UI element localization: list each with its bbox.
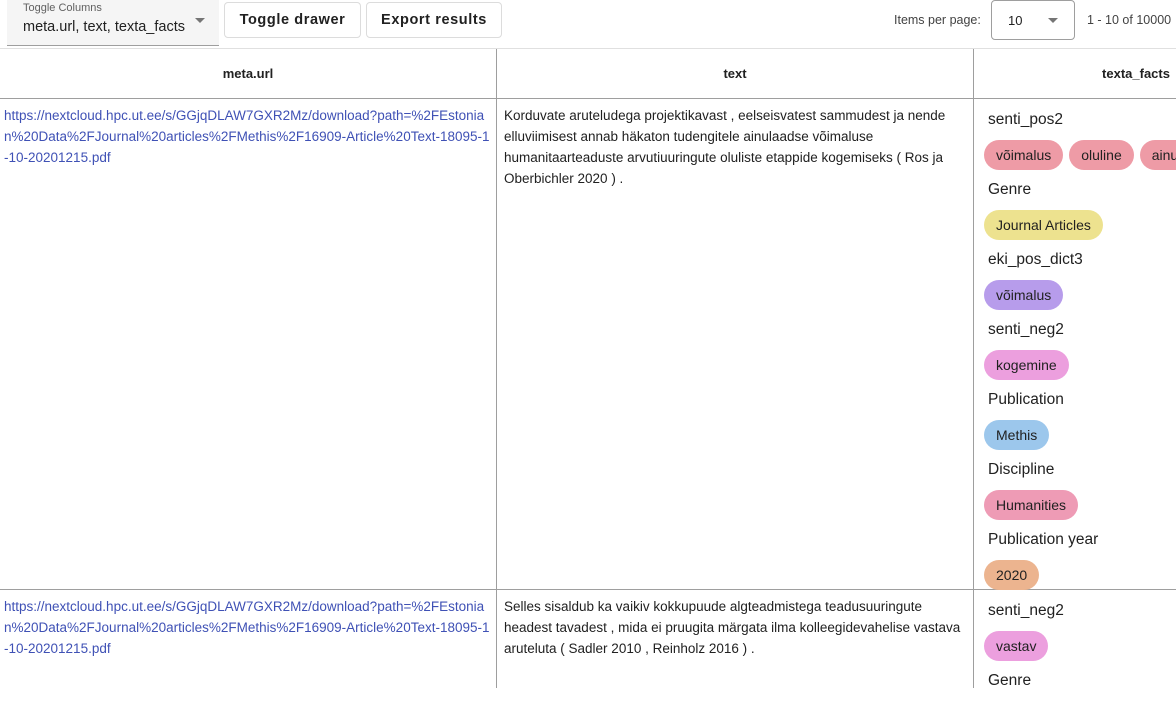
fact-name: Discipline xyxy=(988,461,1055,478)
export-results-button[interactable]: Export results xyxy=(366,2,502,38)
fact-chip-list: võimalusolulineainulaadne xyxy=(984,140,1176,170)
fact-chip[interactable]: oluline xyxy=(1069,140,1134,170)
fact-name: senti_pos2 xyxy=(988,111,1063,128)
fact-chip[interactable]: Methis xyxy=(984,420,1050,450)
results-table: meta.url text texta_facts https://nextcl… xyxy=(0,48,1176,689)
fact-name: Publication year xyxy=(988,531,1099,548)
fact-chip[interactable]: kogemine xyxy=(984,350,1069,380)
fact-name: Genre xyxy=(988,672,1032,689)
fact-chip-list: Journal Articles xyxy=(984,210,1176,240)
column-header-text[interactable]: text xyxy=(497,49,973,98)
dropdown-arrow-icon xyxy=(1048,18,1058,23)
toggle-columns-label: Toggle Columns xyxy=(23,2,102,14)
row-url-link[interactable]: https://nextcloud.hpc.ut.ee/s/GGjqDLAW7G… xyxy=(4,596,490,659)
fact-chip[interactable]: Humanities xyxy=(984,490,1079,520)
header-divider xyxy=(0,98,1176,99)
column-divider xyxy=(973,49,974,688)
dropdown-arrow-icon xyxy=(195,18,205,23)
row-text: Selles sisaldub ka vaikiv kokkupuude alg… xyxy=(504,599,961,656)
fact-name: Publication xyxy=(988,391,1064,408)
fact-chip[interactable]: 2020 xyxy=(984,560,1040,590)
fact-chip-list: kogemine xyxy=(984,350,1176,380)
fact-chip-list: Methis xyxy=(984,420,1176,450)
row-text: Korduvate aruteludega projektikavast , e… xyxy=(504,108,946,186)
fact-chip-list: võimalus xyxy=(984,280,1176,310)
fact-name: senti_neg2 xyxy=(988,602,1064,619)
column-header-meta-url[interactable]: meta.url xyxy=(0,49,496,98)
column-header-texta-facts[interactable]: texta_facts xyxy=(974,49,1176,98)
fact-name: Genre xyxy=(988,181,1032,198)
items-per-page-select[interactable]: 10 xyxy=(991,0,1075,40)
fact-chip[interactable]: võimalus xyxy=(984,280,1064,310)
fact-chip-list: 2020 xyxy=(984,560,1176,590)
fact-name: senti_neg2 xyxy=(988,321,1064,338)
fact-chip-list: Humanities xyxy=(984,490,1176,520)
items-per-page-label: Items per page: xyxy=(894,13,981,27)
results-toolbar: Toggle Columns meta.url, text, texta_fac… xyxy=(0,0,1176,48)
fact-chip[interactable]: Journal Articles xyxy=(984,210,1103,240)
paginator-range: 1 - 10 of 10000 xyxy=(1087,13,1172,27)
row-facts: senti_pos2võimalusolulineainulaadneGenre… xyxy=(984,108,1176,598)
toggle-columns-select[interactable]: Toggle Columns meta.url, text, texta_fac… xyxy=(7,0,219,46)
fact-chip-list: vastav xyxy=(984,631,1176,661)
items-per-page-value: 10 xyxy=(1008,13,1023,28)
toggle-columns-value: meta.url, text, texta_facts xyxy=(23,19,185,35)
row-facts: senti_neg2vastav Genre xyxy=(984,599,1176,701)
row-url-link[interactable]: https://nextcloud.hpc.ut.ee/s/GGjqDLAW7G… xyxy=(4,105,490,168)
fact-chip[interactable]: võimalus xyxy=(984,140,1064,170)
fact-name: eki_pos_dict3 xyxy=(988,251,1083,268)
fact-chip[interactable]: ainulaadne xyxy=(1139,140,1176,170)
toggle-drawer-button[interactable]: Toggle drawer xyxy=(224,2,361,38)
fact-chip[interactable]: vastav xyxy=(984,631,1049,661)
column-divider xyxy=(496,49,497,688)
